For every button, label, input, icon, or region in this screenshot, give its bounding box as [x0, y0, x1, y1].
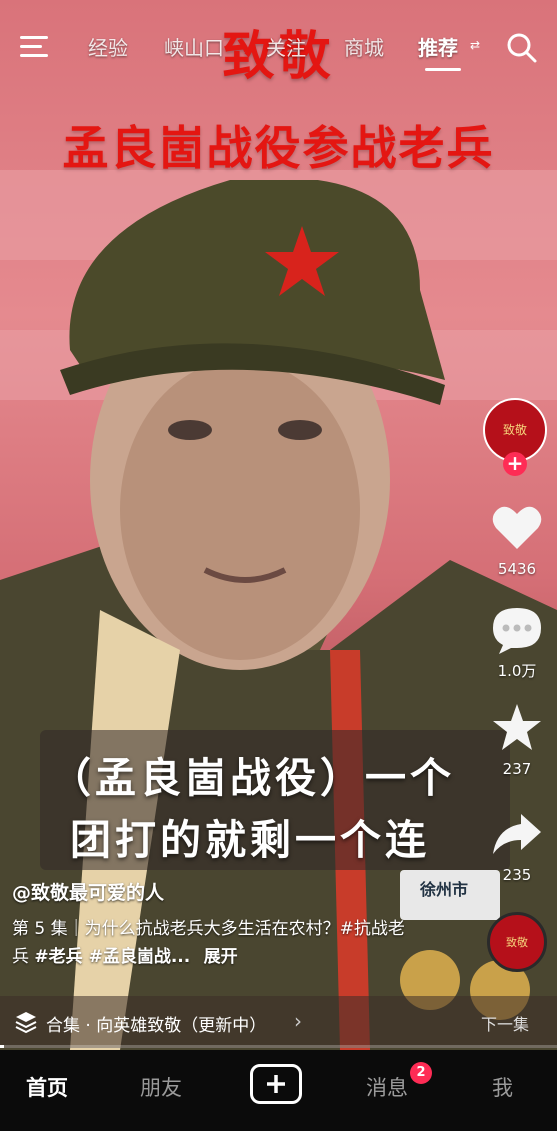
subtitle-line-1: （孟良崮战役）一个 — [50, 754, 455, 802]
menu-icon[interactable] — [20, 34, 48, 58]
share-count: 235 — [502, 866, 532, 884]
tab-mall[interactable]: 商城 — [344, 32, 384, 61]
tab-recommend[interactable]: 推荐 — [418, 32, 458, 61]
progress-bar-fill — [0, 1045, 4, 1048]
like-icon[interactable] — [491, 504, 543, 552]
video-description: 第 5 集｜为什么抗战老兵大多生活在农村？#抗战老兵 #老兵 #孟良崮战... … — [12, 915, 412, 971]
active-tab-indicator — [425, 68, 461, 71]
tab-local[interactable]: 峡山口 — [164, 32, 224, 61]
favorite-count: 237 — [502, 760, 532, 778]
search-icon[interactable] — [506, 32, 538, 64]
comment-icon[interactable] — [491, 606, 543, 654]
comment-count: 1.0万 — [497, 662, 537, 680]
next-episode-button[interactable]: 下一集 — [481, 1011, 529, 1035]
tab-friends[interactable]: 朋友 — [140, 1072, 182, 1102]
plus-icon — [267, 1075, 285, 1093]
hashtag-veteran[interactable]: #老兵 — [34, 947, 82, 967]
video-title-sub: 孟良崮战役参战老兵 — [62, 121, 495, 175]
share-icon[interactable] — [491, 810, 543, 858]
follow-plus-button[interactable]: + — [503, 452, 527, 476]
screen: 徐州市 致敬 孟良崮战役参战老兵 （孟良崮战役）一个 团打的就剩一个连 经验 峡… — [0, 0, 557, 1131]
layers-icon — [14, 1010, 38, 1034]
tab-me[interactable]: 我 — [492, 1072, 513, 1102]
svg-text:致敬: 致敬 — [506, 935, 528, 949]
medal-badge-label: 徐州市 — [420, 880, 469, 899]
top-nav: 经验 峡山口 关注 商城 推荐 ⇄ — [0, 26, 557, 71]
video-info: @致敬最可爱的人 第 5 集｜为什么抗战老兵大多生活在农村？#抗战老兵 #老兵 … — [12, 878, 412, 971]
chevron-right-icon: › — [294, 1009, 302, 1033]
tab-following[interactable]: 关注 — [266, 32, 306, 61]
favorite-star-icon[interactable] — [491, 702, 543, 754]
swap-icon: ⇄ — [470, 38, 481, 52]
author-name[interactable]: @致敬最可爱的人 — [12, 878, 412, 905]
tab-messages[interactable]: 消息 — [366, 1072, 408, 1102]
create-button[interactable] — [250, 1064, 302, 1104]
music-disc-icon[interactable]: 致敬 — [487, 912, 547, 972]
svg-text:致敬: 致敬 — [503, 423, 527, 437]
subtitle-box: （孟良崮战役）一个 团打的就剩一个连 — [40, 730, 510, 870]
bottom-tab-bar: 首页 朋友 消息 2 我 — [0, 1050, 557, 1131]
hashtag-menglianggu[interactable]: #孟良崮战... — [83, 947, 191, 967]
red-star — [262, 222, 342, 302]
subtitle-line-2: 团打的就剩一个连 — [70, 816, 430, 864]
tab-home[interactable]: 首页 — [26, 1072, 68, 1102]
expand-link[interactable]: 展开 — [204, 947, 238, 967]
progress-bar[interactable] — [0, 1045, 557, 1048]
like-count: 5436 — [497, 560, 537, 578]
messages-badge: 2 — [410, 1062, 432, 1084]
tab-experience[interactable]: 经验 — [88, 32, 128, 61]
collection-bar[interactable]: 合集 · 向英雄致敬（更新中） › 下一集 — [0, 996, 557, 1048]
collection-label: 合集 · 向英雄致敬（更新中） — [46, 1016, 267, 1036]
